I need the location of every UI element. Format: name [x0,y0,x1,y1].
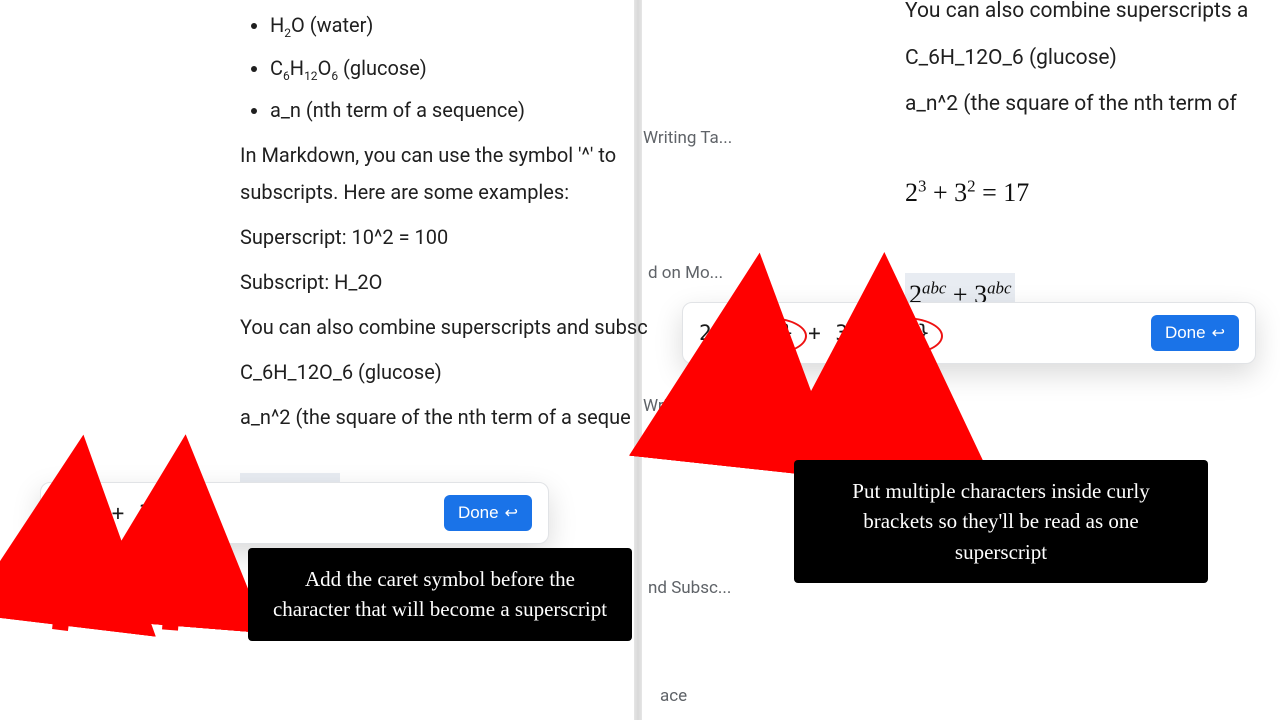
paragraph: subscripts. Here are some examples: [240,177,648,208]
paragraph: In Markdown, you can use the symbol '^' … [240,140,648,171]
list-item: C6H12O6 (glucose) [270,53,648,86]
list-item: a_n (nth term of a sequence) [270,95,648,126]
paragraph: a_n^2 (the square of the nth term of a s… [240,402,648,433]
bg-label: d on Mo... [648,263,723,283]
paragraph: Subscript: H_2O [240,267,648,298]
highlight-circle-icon [857,317,943,355]
arrow-icon [698,352,798,466]
list-item: H2O (water) [270,10,648,43]
bg-label: ace [660,686,687,706]
bg-label: Writing Ta... [643,128,732,148]
bullet-list: H2O (water) C6H12O6 (glucose) a_n (nth t… [240,10,648,126]
bg-label: nd Subsc... [648,578,731,598]
paragraph: C_6H_12O_6 (glucose) [240,357,648,388]
enter-icon: ↩ [1212,323,1225,343]
rendered-math: 23 + 32 = 17 [905,173,1248,213]
right-content: You can also combine superscripts a C_6H… [905,0,1248,331]
enter-icon: ↩ [505,503,518,523]
equation-input[interactable]: 2^{abc} + 3^{abc} [699,321,1137,345]
highlight-circle-icon [721,317,807,355]
done-button[interactable]: Done ↩ [444,495,532,531]
paragraph: You can also combine superscripts a [905,0,1248,28]
canvas: Writing Ta... d on Mo... Writing Ta... n… [0,0,1280,720]
done-label: Done [458,503,499,523]
done-label: Done [1165,323,1206,343]
rendered-math: 22 [935,412,956,444]
left-content: H2O (water) C6H12O6 (glucose) a_n (nth t… [240,0,648,531]
paragraph: a_n^2 (the square of the nth term of [905,88,1248,121]
paragraph: Superscript: 10^2 = 100 [240,222,648,253]
paragraph: C_6H_12O_6 (glucose) [905,42,1248,75]
done-button[interactable]: Done ↩ [1151,315,1239,351]
paragraph: You can also combine superscripts and su… [240,312,648,343]
arrow-icon [140,520,230,644]
annotation-callout: Add the caret symbol before the characte… [248,548,632,641]
arrow-icon [40,520,130,644]
arrow-icon [830,352,930,466]
annotation-callout: Put multiple characters inside curly bra… [794,460,1208,583]
